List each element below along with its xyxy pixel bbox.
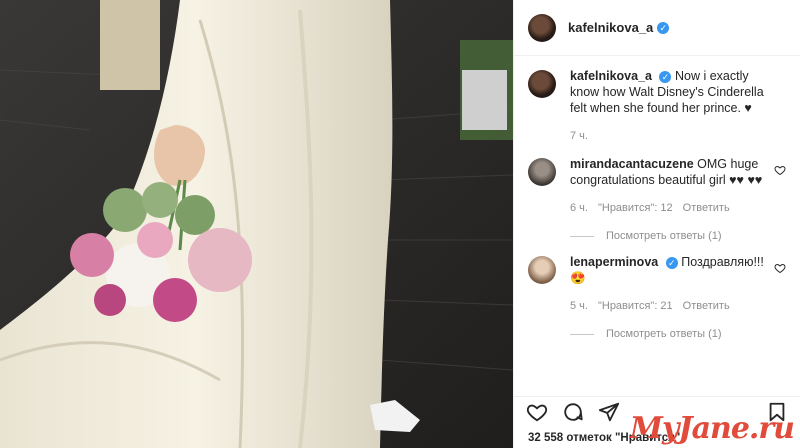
comment-meta: 6 ч. "Нравится": 12 Ответить bbox=[570, 200, 770, 216]
post-header: kafelnikova_a ✓ bbox=[514, 0, 800, 56]
caption-meta: 7 ч. bbox=[570, 128, 770, 144]
commenter-avatar[interactable] bbox=[528, 158, 556, 186]
comment-body: mirandacantacuzene OMG huge congratulati… bbox=[570, 156, 770, 216]
comment-item: mirandacantacuzene OMG huge congratulati… bbox=[514, 144, 800, 216]
like-comment-heart-icon[interactable] bbox=[774, 262, 786, 274]
commenter-avatar[interactable] bbox=[528, 256, 556, 284]
comment-likes[interactable]: "Нравится": 21 bbox=[598, 298, 673, 314]
like-comment-heart-icon[interactable] bbox=[774, 164, 786, 176]
post-photo[interactable] bbox=[0, 0, 513, 448]
replies-divider bbox=[570, 333, 594, 335]
reply-button[interactable]: Ответить bbox=[683, 298, 730, 314]
reply-button[interactable]: Ответить bbox=[683, 200, 730, 216]
comment-username[interactable]: mirandacantacuzene bbox=[570, 157, 694, 171]
instagram-post-view: kafelnikova_a ✓ kafelnikova_a ✓ Now i ex… bbox=[0, 0, 800, 448]
caption-avatar[interactable] bbox=[528, 70, 556, 98]
comment-item: lenaperminova ✓ Поздравляю!!! 😍 5 ч. "Нр… bbox=[514, 242, 800, 314]
view-replies-label: Посмотреть ответы (1) bbox=[606, 328, 722, 340]
comment-likes[interactable]: "Нравится": 12 bbox=[598, 200, 673, 216]
verified-icon: ✓ bbox=[657, 21, 670, 34]
comment-time[interactable]: 5 ч. bbox=[570, 298, 588, 314]
comment-time[interactable]: 6 ч. bbox=[570, 200, 588, 216]
wedding-photo-illustration bbox=[0, 0, 513, 448]
caption-username[interactable]: kafelnikova_a bbox=[570, 69, 652, 83]
watermark-logo: MyJane.ru bbox=[629, 411, 795, 446]
comment-body: lenaperminova ✓ Поздравляю!!! 😍 5 ч. "Нр… bbox=[570, 254, 770, 314]
comment-meta: 5 ч. "Нравится": 21 Ответить bbox=[570, 298, 770, 314]
verified-icon: ✓ bbox=[659, 70, 672, 83]
comment-icon[interactable] bbox=[562, 401, 584, 423]
author-avatar[interactable] bbox=[528, 13, 556, 42]
share-icon[interactable] bbox=[598, 401, 620, 423]
replies-divider bbox=[570, 235, 594, 237]
verified-icon: ✓ bbox=[665, 256, 678, 269]
view-replies-link[interactable]: Посмотреть ответы (1) bbox=[570, 230, 800, 242]
comment-username[interactable]: lenaperminova bbox=[570, 255, 658, 269]
caption-time[interactable]: 7 ч. bbox=[570, 128, 588, 144]
caption-body: kafelnikova_a ✓ Now i exactly know how W… bbox=[570, 68, 770, 144]
post-sidebar: kafelnikova_a ✓ kafelnikova_a ✓ Now i ex… bbox=[513, 0, 800, 448]
view-replies-label: Посмотреть ответы (1) bbox=[606, 230, 722, 242]
caption-item: kafelnikova_a ✓ Now i exactly know how W… bbox=[514, 56, 800, 144]
heart-icon[interactable] bbox=[526, 401, 548, 423]
comments-list[interactable]: kafelnikova_a ✓ Now i exactly know how W… bbox=[514, 56, 800, 396]
view-replies-link[interactable]: Посмотреть ответы (1) bbox=[570, 328, 800, 340]
author-username[interactable]: kafelnikova_a bbox=[568, 20, 653, 35]
